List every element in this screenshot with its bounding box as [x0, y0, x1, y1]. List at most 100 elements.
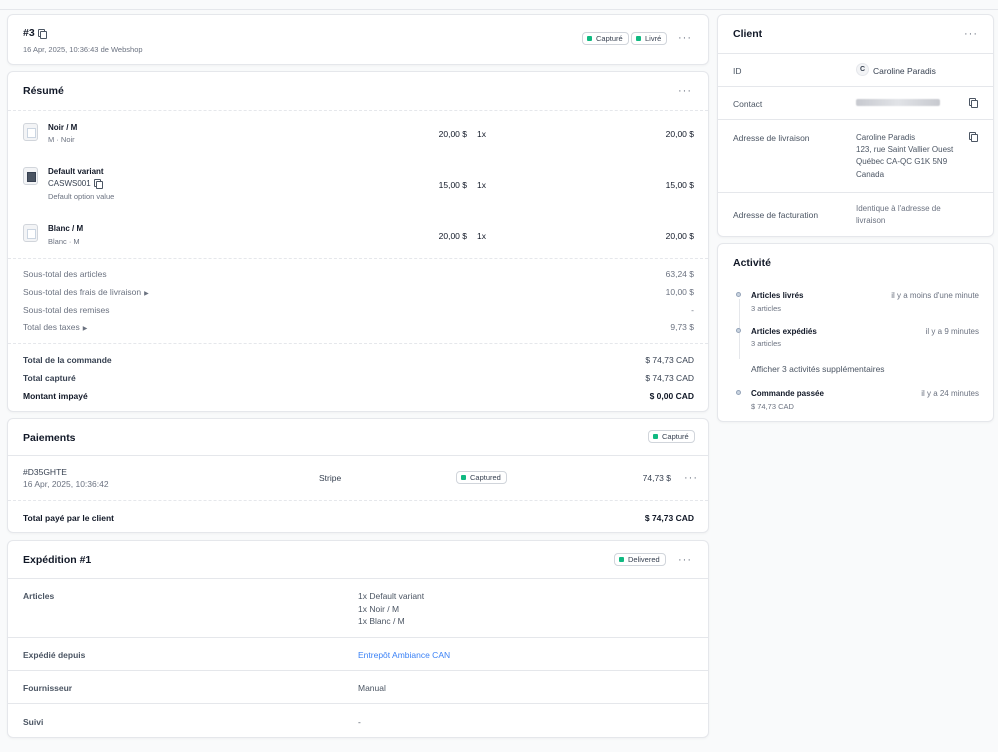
shipping-address-label: Adresse de livraison [733, 133, 810, 143]
activity-event-time: il y a moins d'une minute [891, 291, 979, 300]
status-badge-captured: Capturé [582, 32, 629, 45]
order-total-label: Total de la commande [23, 355, 112, 365]
provider-label: Fournisseur [23, 683, 73, 693]
activity-event-sub: $ 74,73 CAD [751, 402, 794, 411]
item-qty: 1x [477, 129, 486, 139]
item-name: Default variant [48, 167, 104, 176]
total-paid-label: Total payé par le client [23, 513, 115, 523]
articles-label: Articles [23, 591, 55, 601]
divider [8, 110, 708, 111]
divider [8, 670, 708, 671]
summary-card: Résumé ··· Noir / M M · Noir 20,00 $ 1x … [7, 71, 709, 412]
caret-right-icon: ▶ [144, 291, 149, 297]
timeline-dot [736, 328, 741, 333]
summary-title: Résumé [23, 85, 64, 97]
payment-more-button[interactable]: ··· [684, 472, 698, 484]
shipping-address-line: Canada [856, 170, 885, 179]
activity-title: Activité [733, 257, 771, 269]
tracking-value: - [358, 717, 361, 727]
top-divider [0, 9, 998, 10]
shipping-address-line: 123, rue Saint Vallier Ouest [856, 145, 954, 154]
activity-event-title: Commande passée [751, 389, 824, 398]
item-qty: 1x [477, 180, 486, 190]
product-thumbnail [23, 167, 38, 185]
shipment-article: 1x Blanc / M [358, 616, 405, 626]
divider [8, 343, 708, 344]
activity-event-sub: 3 articles [751, 304, 782, 313]
payment-date: 16 Apr, 2025, 10:36:42 [23, 479, 109, 489]
activity-event-time: il y a 24 minutes [921, 389, 979, 398]
order-meta: 16 Apr, 2025, 10:36:43 de Webshop [23, 45, 143, 54]
activity-event-sub: 3 articles [751, 339, 782, 348]
shipment-card: Expédition #1 Delivered ··· Articles 1x … [7, 540, 709, 738]
captured-total-label: Total capturé [23, 373, 76, 383]
copy-icon[interactable] [969, 132, 978, 142]
divider [718, 86, 993, 87]
divider [8, 258, 708, 259]
copy-icon[interactable] [37, 28, 47, 39]
activity-event-title: Articles expédiés [751, 327, 817, 336]
divider [718, 119, 993, 120]
more-actions-button[interactable]: ··· [678, 32, 692, 44]
item-price: 20,00 $ [438, 231, 467, 241]
product-thumbnail [23, 224, 38, 242]
payment-amount: 74,73 $ [642, 473, 671, 483]
order-header-card: #3 16 Apr, 2025, 10:36:43 de Webshop Cap… [7, 14, 709, 65]
item-name: Blanc / M [48, 224, 84, 233]
item-price: 15,00 $ [438, 180, 467, 190]
copy-icon[interactable] [93, 179, 103, 189]
billing-address-label: Adresse de facturation [733, 210, 819, 220]
subtotal-items-label: Sous-total des articles [23, 269, 107, 279]
shipment-title: Expédition #1 [23, 554, 92, 566]
item-sub: M · Noir [48, 135, 75, 144]
subtotal-items-value: 63,24 $ [665, 269, 694, 279]
payment-provider: Stripe [319, 473, 342, 483]
unpaid-amount-label: Montant impayé [23, 391, 88, 401]
timeline-dot [736, 390, 741, 395]
captured-total-value: $ 74,73 CAD [645, 373, 694, 383]
client-title: Client [733, 28, 763, 40]
client-more-button[interactable]: ··· [964, 28, 978, 40]
client-name-link[interactable]: Caroline Paradis [873, 66, 936, 76]
client-card: Client ··· ID C Caroline Paradis Contact… [717, 14, 994, 237]
client-id-label: ID [733, 66, 742, 76]
payments-title: Paiements [23, 432, 76, 444]
shipment-more-button[interactable]: ··· [678, 554, 692, 566]
order-total-value: $ 74,73 CAD [645, 355, 694, 365]
show-more-activities-button[interactable]: Afficher 3 activités supplémentaires [751, 364, 885, 374]
shipping-address-line: Québec CA-QC G1K 5N9 [856, 157, 948, 166]
avatar: C [856, 63, 869, 76]
billing-address-line: Identique à l'adresse de [856, 204, 941, 213]
shipment-article: 1x Noir / M [358, 604, 400, 614]
item-sub: Blanc · M [48, 237, 80, 246]
divider [8, 455, 708, 456]
item-total: 20,00 $ [665, 231, 694, 241]
item-total: 20,00 $ [665, 129, 694, 139]
item-sub: Default option value [48, 192, 115, 201]
payments-card: Paiements Capturé #D35GHTE 16 Apr, 2025,… [7, 418, 709, 533]
subtotal-discounts-value: - [691, 305, 694, 315]
item-name: Noir / M [48, 123, 78, 132]
payment-status-badge: Captured [456, 471, 507, 484]
total-paid-value: $ 74,73 CAD [644, 513, 694, 523]
divider [8, 703, 708, 704]
shipped-from-label: Expédié depuis [23, 650, 86, 660]
timeline-dot [736, 292, 741, 297]
billing-address-line: livraison [856, 216, 886, 225]
item-total: 15,00 $ [665, 180, 694, 190]
shipment-article: 1x Default variant [358, 591, 425, 601]
copy-icon[interactable] [969, 98, 978, 108]
product-thumbnail [23, 123, 38, 141]
unpaid-amount-value: $ 0,00 CAD [649, 391, 694, 401]
divider [718, 53, 993, 54]
item-sku: CASWS001 [48, 179, 91, 188]
subtotal-taxes-toggle[interactable]: Total des taxes ▶ [23, 322, 87, 332]
shipped-from-link[interactable]: Entrepôt Ambiance CAN [358, 650, 450, 660]
item-qty: 1x [477, 231, 486, 241]
subtotal-shipping-value: 10,00 $ [665, 287, 694, 297]
subtotal-taxes-value: 9,73 $ [670, 322, 694, 332]
tracking-label: Suivi [23, 717, 44, 727]
subtotal-shipping-toggle[interactable]: Sous-total des frais de livraison ▶ [23, 287, 149, 297]
summary-more-button[interactable]: ··· [678, 85, 692, 97]
provider-value: Manual [358, 683, 386, 693]
